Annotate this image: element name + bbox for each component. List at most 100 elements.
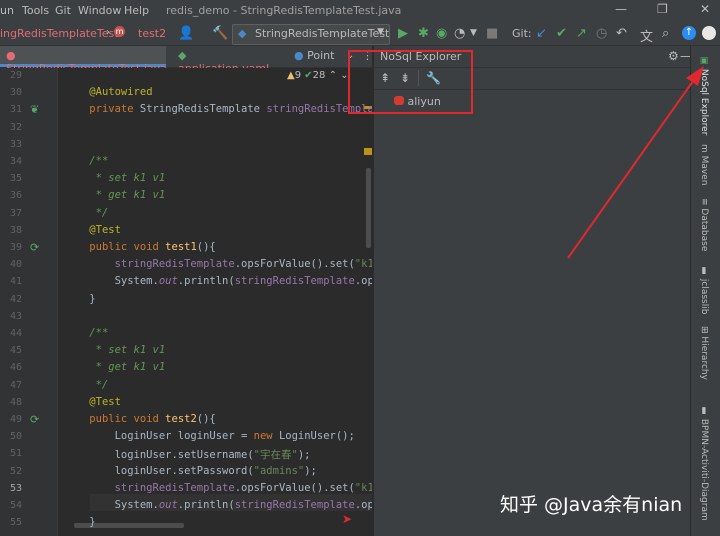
build-hammer-icon[interactable]: 🔨 bbox=[212, 26, 228, 41]
code-line: } bbox=[64, 516, 96, 529]
line-number: 41 bbox=[9, 276, 22, 288]
run-configuration-select[interactable]: ◆ StringRedisTemplateTest ▼ bbox=[232, 24, 390, 45]
code-line: public void test1(){ bbox=[89, 241, 216, 253]
warning-icon: ▲ bbox=[287, 70, 295, 81]
tab-stringredistemplatetest[interactable]: ● StringRedisTemplateTest.java ✕ bbox=[0, 46, 167, 88]
code-line: private StringRedisTemplate stringRedisT… bbox=[89, 103, 372, 116]
code-line: /** bbox=[89, 327, 109, 339]
inspection-widget[interactable]: ▲9 ✔28 ⌃ ⌄ bbox=[287, 70, 349, 81]
tab-application-yaml[interactable]: ◆ application.yaml ✕ bbox=[172, 46, 282, 88]
bpmn-icon: ▮ bbox=[699, 406, 709, 416]
tool-tab-label: jclasslib bbox=[699, 278, 709, 315]
editor-tabs: ● StringRedisTemplateTest.java ✕ ◆ appli… bbox=[0, 46, 373, 88]
tool-tab-bpmn[interactable]: ▮ BPMN-Activiti-Diagram bbox=[699, 406, 709, 521]
bean-icon[interactable]: ❦ bbox=[30, 103, 39, 116]
vertical-scrollbar[interactable] bbox=[366, 168, 371, 248]
menu-run[interactable]: un bbox=[0, 4, 14, 17]
menu-help[interactable]: Help bbox=[124, 4, 149, 17]
code-line: LoginUser loginUser = new LoginUser(); bbox=[64, 430, 355, 443]
line-number: 39 bbox=[9, 242, 22, 253]
stop-icon[interactable]: ■ bbox=[486, 26, 498, 41]
line-number: 48 bbox=[9, 396, 22, 408]
user-icon[interactable]: 👤 bbox=[178, 26, 194, 41]
passed-count: 28 bbox=[312, 70, 326, 81]
translate-icon[interactable]: 文 bbox=[640, 26, 653, 45]
run-configuration-label: StringRedisTemplateTest bbox=[255, 27, 390, 40]
code-line: * get k1 v1 bbox=[64, 361, 166, 374]
run-test-icon[interactable]: ⟳ bbox=[30, 413, 39, 426]
menu-window[interactable]: Window bbox=[78, 4, 121, 17]
line-number: 29 bbox=[9, 70, 22, 81]
code-line: */ bbox=[64, 206, 109, 219]
minimize-icon[interactable]: — bbox=[615, 2, 627, 16]
coverage-icon[interactable]: ◉ bbox=[436, 26, 447, 41]
code-line: stringRedisTemplate.opsForValue().set("k… bbox=[114, 481, 372, 494]
method-icon: m bbox=[114, 26, 125, 37]
menu-tools[interactable]: Tools bbox=[22, 4, 49, 17]
collapse-inspections-icon[interactable]: ⌃ bbox=[329, 70, 337, 81]
line-number: 38 bbox=[9, 224, 22, 236]
code-line: System.out.println(stringRedisTemplate.o… bbox=[64, 499, 372, 511]
watermark: 知乎 @Java余有nian bbox=[500, 494, 683, 516]
jclasslib-icon: ▮ bbox=[699, 266, 709, 276]
history-icon[interactable]: ◷ bbox=[596, 26, 607, 41]
line-number: 53 bbox=[9, 482, 22, 494]
window-title: redis_demo - StringRedisTemplateTest.jav… bbox=[166, 4, 402, 17]
line-number: 36 bbox=[9, 190, 22, 202]
profile-icon[interactable]: ◔ bbox=[454, 26, 465, 41]
line-number: 44 bbox=[9, 328, 22, 339]
run-test-icon[interactable]: ⟳ bbox=[30, 241, 39, 254]
tab-point[interactable]: ● Point bbox=[288, 46, 348, 67]
menu-bar: un Tools Git Window Help redis_demo - St… bbox=[0, 0, 720, 22]
code-line: /** bbox=[89, 155, 109, 167]
tool-tab-hierarchy[interactable]: ⊞ Hierarchy bbox=[699, 326, 709, 380]
update-icon[interactable]: ↑ bbox=[682, 26, 696, 40]
debug-icon[interactable]: ✱ bbox=[418, 26, 429, 41]
git-update-icon[interactable]: ↙ bbox=[536, 26, 547, 41]
run-icon[interactable]: ▶ bbox=[398, 26, 408, 41]
close-icon[interactable]: ✕ bbox=[700, 2, 710, 16]
code-line: * get k1 v1 bbox=[64, 189, 166, 202]
line-number: 32 bbox=[9, 121, 22, 133]
line-number: 51 bbox=[9, 448, 22, 460]
line-number: 54 bbox=[9, 500, 22, 511]
breadcrumb-class[interactable]: ingRedisTemplateTest bbox=[0, 27, 119, 40]
line-number: 46 bbox=[9, 362, 22, 374]
line-number: 55 bbox=[9, 517, 22, 529]
main-toolbar: ingRedisTemplateTest › m test2 👤 🔨 ◆ Str… bbox=[0, 22, 720, 46]
git-commit-icon[interactable]: ✔ bbox=[556, 26, 567, 41]
passed-icon: ✔ bbox=[304, 70, 313, 81]
hierarchy-icon: ⊞ bbox=[699, 326, 709, 334]
line-number: 52 bbox=[9, 465, 22, 477]
line-number: 49 bbox=[9, 414, 22, 425]
tool-tab-jclasslib[interactable]: ▮ jclasslib bbox=[699, 266, 709, 314]
assistant-icon[interactable] bbox=[702, 26, 716, 40]
line-number: 42 bbox=[9, 293, 22, 305]
search-icon[interactable]: ⌕ bbox=[662, 26, 669, 41]
code-line: @Test bbox=[89, 395, 121, 408]
code-line: } bbox=[64, 292, 96, 305]
yaml-file-icon: ◆ bbox=[178, 49, 187, 62]
code-line: * set k1 v1 bbox=[64, 172, 166, 185]
code-editor[interactable]: ▲9 ✔28 ⌃ ⌄ ➤ @Autowired private StringRe… bbox=[58, 68, 372, 536]
git-label: Git: bbox=[512, 27, 532, 40]
breadcrumb-method[interactable]: test2 bbox=[138, 27, 166, 40]
menu-git[interactable]: Git bbox=[55, 4, 71, 17]
code-line: @Test bbox=[89, 223, 121, 236]
line-number: 31 bbox=[9, 104, 22, 116]
dropdown-arrow-icon: ▼ bbox=[377, 27, 384, 37]
red-arrow-icon: ➤ bbox=[342, 512, 353, 526]
tool-tab-label: BPMN-Activiti-Diagram bbox=[699, 418, 709, 521]
arrow-line bbox=[567, 73, 699, 259]
test-config-icon: ◆ bbox=[238, 27, 247, 40]
rollback-icon[interactable]: ↶ bbox=[616, 26, 627, 41]
code-line: stringRedisTemplate.opsForValue().set("k… bbox=[114, 258, 372, 271]
line-number: 47 bbox=[9, 379, 22, 391]
restore-icon[interactable]: ❐ bbox=[657, 2, 668, 16]
git-push-icon[interactable]: ↗ bbox=[576, 26, 587, 41]
line-number: 30 bbox=[9, 87, 22, 99]
class-file-icon: ● bbox=[294, 49, 304, 62]
code-line: */ bbox=[64, 378, 109, 391]
more-run-arrow-icon[interactable]: ▼ bbox=[470, 28, 477, 38]
warnings-count: 9 bbox=[294, 70, 302, 81]
